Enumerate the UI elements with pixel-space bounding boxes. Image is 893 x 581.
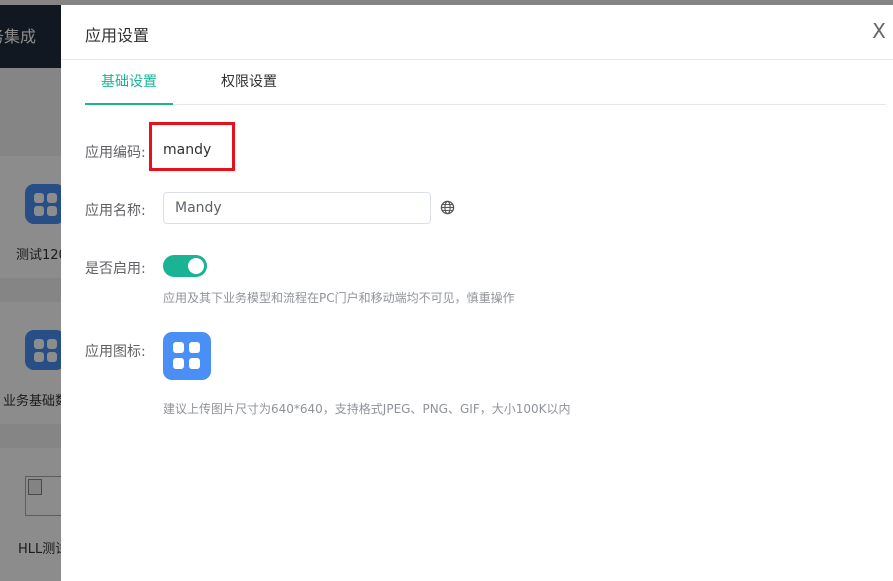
drawer-title: 应用设置 — [85, 26, 150, 45]
globe-icon[interactable] — [440, 200, 455, 215]
tab-permission-settings[interactable]: 权限设置 — [213, 60, 285, 104]
app-icon-label: 应用图标: — [85, 344, 146, 360]
toggle-knob — [188, 258, 204, 274]
close-icon[interactable]: X — [869, 18, 889, 44]
tab-basic-settings[interactable]: 基础设置 — [85, 60, 173, 104]
app-name-label: 应用名称: — [85, 203, 146, 219]
app-settings-drawer: 应用设置 X 基础设置 权限设置 应用编码: mandy 应用名称: 是否启用:… — [61, 5, 893, 581]
app-name-input[interactable] — [163, 192, 431, 224]
app-code-label: 应用编码: — [85, 145, 146, 161]
enable-toggle[interactable] — [163, 255, 207, 277]
settings-tabs: 基础设置 权限设置 — [85, 60, 886, 105]
enable-hint-text: 应用及其下业务模型和流程在PC门户和移动端均不可见，慎重操作 — [163, 291, 515, 305]
icon-upload-hint: 建议上传图片尺寸为640*640，支持格式JPEG、PNG、GIF，大小100K… — [163, 402, 571, 416]
highlight-annotation-box — [149, 122, 235, 171]
active-tab-indicator — [85, 103, 173, 105]
apps-grid-icon[interactable] — [163, 332, 211, 380]
enable-label: 是否启用: — [85, 261, 146, 277]
